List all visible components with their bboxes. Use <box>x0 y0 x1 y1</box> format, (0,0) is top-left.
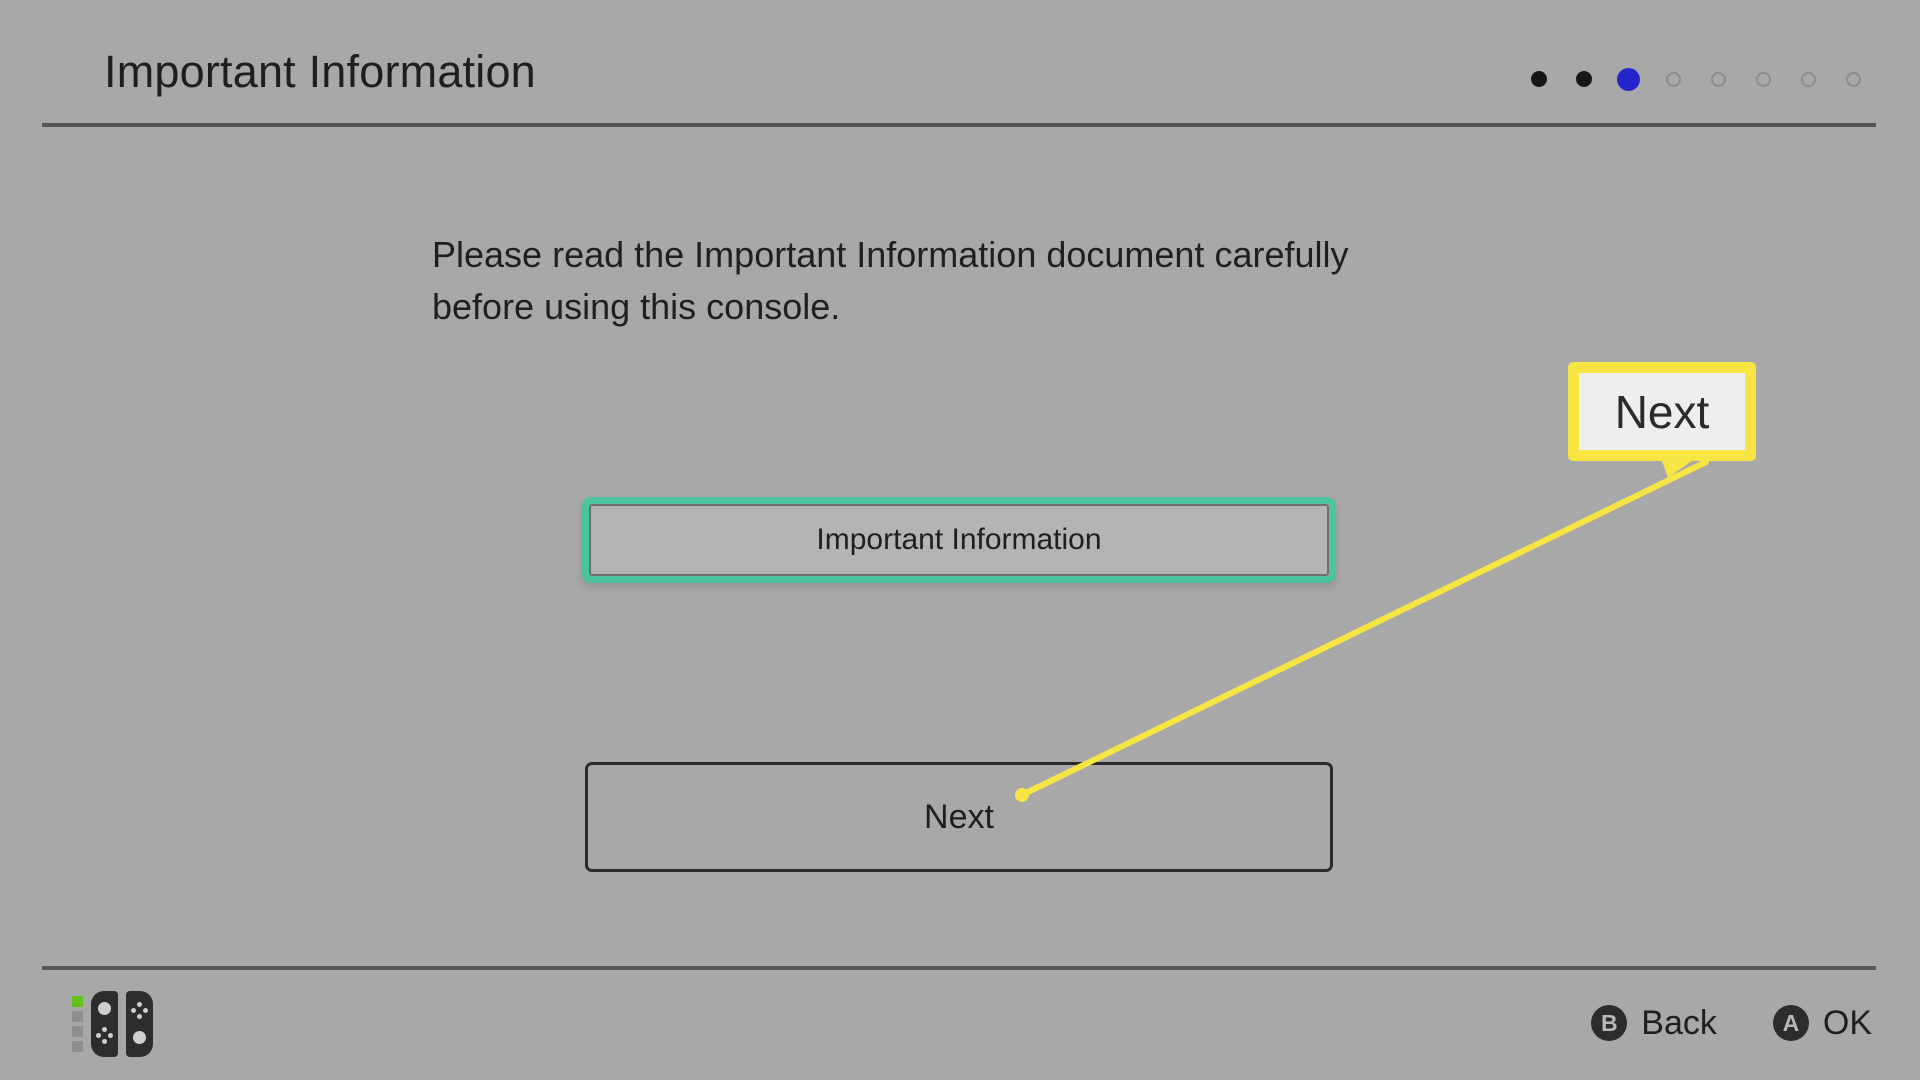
switch-setup-screen: Important Information Please read the Im… <box>0 0 1920 1080</box>
joy-con-right-stick-icon <box>133 1031 146 1044</box>
ok-action[interactable]: A OK <box>1772 1003 1872 1043</box>
bottom-actions: B Back A OK <box>1591 990 1872 1056</box>
pagination-step-6 <box>1741 66 1786 92</box>
player-led-4 <box>72 1041 83 1052</box>
pagination-dot-upcoming <box>1711 71 1726 87</box>
joy-con-pair-icon <box>72 990 153 1058</box>
player-led-3 <box>72 1026 83 1037</box>
player-led-2 <box>72 1011 83 1022</box>
joy-con-right-icon <box>126 991 153 1057</box>
important-information-button-label: Important Information <box>816 523 1102 556</box>
player-led-indicator <box>72 991 83 1057</box>
player-led-1 <box>72 996 83 1007</box>
page-title: Important Information <box>104 46 536 97</box>
pagination-dot-completed <box>1575 71 1592 87</box>
back-action-label: Back <box>1641 1003 1717 1042</box>
pagination-step-2 <box>1561 66 1606 92</box>
pagination-dot-current <box>1617 67 1640 91</box>
joy-con-left-stick-icon <box>98 1002 111 1015</box>
ok-action-label: OK <box>1822 1003 1872 1042</box>
pagination-step-8 <box>1831 66 1876 92</box>
pagination-step-1 <box>1516 66 1561 92</box>
pagination-dot-upcoming <box>1801 71 1816 87</box>
screen-header: Important Information <box>0 0 1920 125</box>
pagination-dot-upcoming <box>1666 71 1681 87</box>
main-content: Please read the Important Information do… <box>0 125 1920 966</box>
a-button-icon: A <box>1772 1005 1809 1041</box>
instruction-line-1: Please read the Important Information do… <box>432 234 1349 275</box>
instruction-text: Please read the Important Information do… <box>432 229 1532 333</box>
important-information-button[interactable]: Important Information <box>582 497 1336 583</box>
joy-con-left-dpad-icon <box>96 1027 113 1044</box>
pagination-step-3 <box>1606 66 1651 92</box>
pagination-dot-upcoming <box>1846 71 1861 87</box>
joy-con-left-icon <box>91 991 118 1057</box>
joy-con-right-buttons-icon <box>131 1002 148 1019</box>
bottom-bar: B Back A OK <box>0 966 1920 1080</box>
instruction-line-2: before using this console. <box>432 286 841 327</box>
b-button-icon: B <box>1591 1005 1628 1041</box>
next-button[interactable]: Next <box>585 762 1333 872</box>
back-action[interactable]: B Back <box>1591 1004 1717 1043</box>
pagination-dot-completed <box>1530 71 1547 87</box>
next-button-label: Next <box>924 797 994 836</box>
pagination-dot-upcoming <box>1756 71 1771 87</box>
pagination-dots <box>1516 66 1876 92</box>
pagination-step-5 <box>1696 66 1741 92</box>
pagination-step-7 <box>1786 66 1831 92</box>
pagination-step-4 <box>1651 66 1696 92</box>
